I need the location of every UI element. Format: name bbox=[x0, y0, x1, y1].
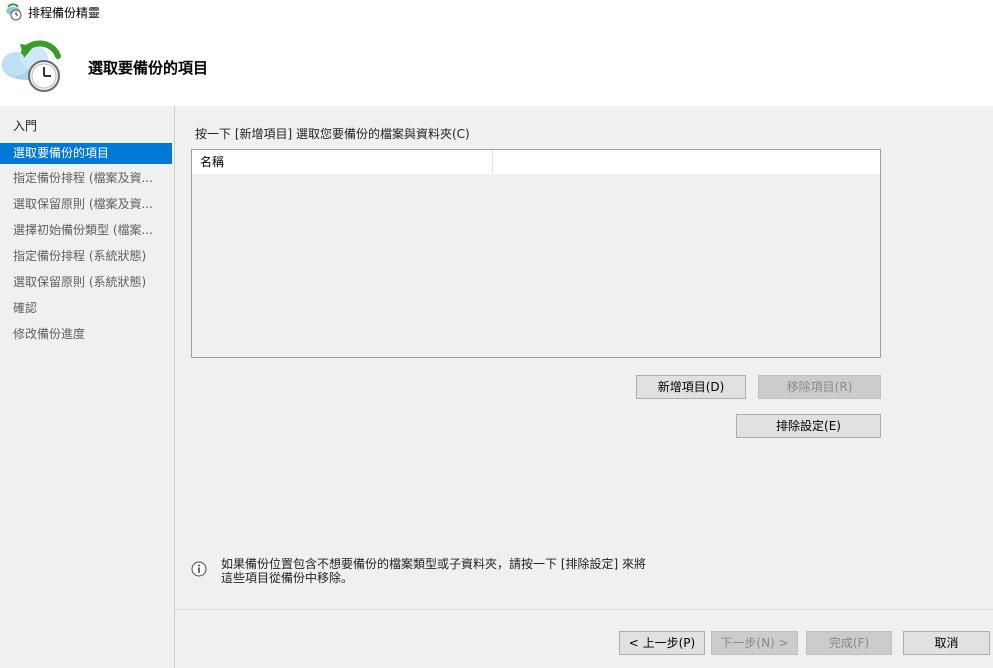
cancel-button[interactable]: 取消 bbox=[903, 631, 990, 655]
step-retention-files[interactable]: 選取保留原則 (檔案及資... bbox=[0, 194, 172, 215]
backup-wizard-app-icon bbox=[6, 3, 22, 21]
window-title: 排程備份精靈 bbox=[28, 6, 101, 20]
wizard-content: 按一下 [新增項目] 選取您要備份的檔案與資料夾(C) 名稱 新增項目(D) 移… bbox=[175, 106, 993, 668]
backup-items-list[interactable]: 名稱 bbox=[191, 149, 881, 358]
next-button[interactable]: 下一步(N) > bbox=[711, 631, 798, 655]
remove-items-button[interactable]: 移除項目(R) bbox=[758, 375, 881, 399]
list-header: 名稱 bbox=[192, 150, 880, 174]
previous-button[interactable]: < 上一步(P) bbox=[619, 631, 705, 655]
backup-schedule-clock-icon bbox=[2, 40, 61, 92]
page-title: 選取要備份的項目 bbox=[88, 59, 209, 77]
step-schedule-system-state[interactable]: 指定備份排程 (系統狀態) bbox=[0, 246, 172, 267]
step-getting-started[interactable]: 入門 bbox=[0, 116, 172, 137]
column-header-name[interactable]: 名稱 bbox=[192, 150, 493, 174]
title-bar: 排程備份精靈 bbox=[0, 0, 993, 24]
wizard-steps-sidebar: 入門 選取要備份的項目 指定備份排程 (檔案及資... 選取保留原則 (檔案及資… bbox=[0, 106, 175, 668]
step-select-items[interactable]: 選取要備份的項目 bbox=[0, 143, 172, 164]
step-confirmation[interactable]: 確認 bbox=[0, 298, 172, 319]
step-modify-backup-progress[interactable]: 修改備份進度 bbox=[0, 324, 172, 345]
step-initial-backup-type[interactable]: 選擇初始備份類型 (檔案... bbox=[0, 220, 172, 241]
exclusion-hint-text: 如果備份位置包含不想要備份的檔案類型或子資料夾，請按一下 [排除設定] 來將 這… bbox=[221, 557, 646, 585]
footer-divider bbox=[175, 609, 993, 610]
exclusion-settings-button[interactable]: 排除設定(E) bbox=[736, 414, 881, 438]
step-retention-system-state[interactable]: 選取保留原則 (系統狀態) bbox=[0, 272, 172, 293]
instruction-text: 按一下 [新增項目] 選取您要備份的檔案與資料夾(C) bbox=[195, 127, 470, 141]
finish-button[interactable]: 完成(F) bbox=[806, 631, 892, 655]
add-items-button[interactable]: 新增項目(D) bbox=[636, 375, 746, 399]
wizard-header: 選取要備份的項目 bbox=[0, 24, 993, 106]
info-icon bbox=[191, 561, 207, 577]
step-schedule-files[interactable]: 指定備份排程 (檔案及資... bbox=[0, 168, 172, 189]
